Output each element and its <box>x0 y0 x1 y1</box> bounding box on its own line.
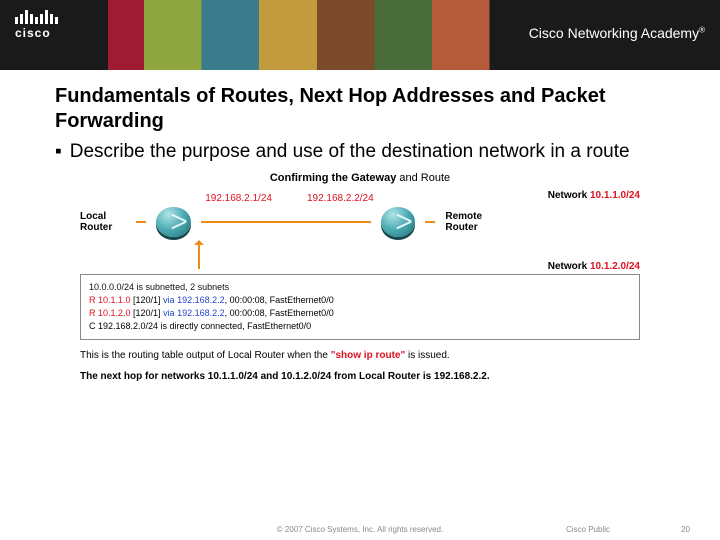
network-2: Network 10.1.2.0/24 <box>548 261 640 272</box>
topology-row: Local Router Remote Router <box>80 207 499 237</box>
bullet-row: ▪ Describe the purpose and use of the de… <box>55 140 665 164</box>
arrow-down <box>198 241 200 269</box>
slide-content: Fundamentals of Routes, Next Hop Address… <box>0 70 720 382</box>
bullet-icon: ▪ <box>55 140 62 164</box>
rt-line-3: R 10.1.2.0 [120/1] via 192.168.2.2, 00:0… <box>89 307 631 320</box>
diagram: Confirming the Gateway and Route 192.168… <box>80 172 640 382</box>
header-band: cisco Cisco Networking Academy® <box>0 0 720 70</box>
cap1a: This is the routing table output of Loca… <box>80 350 331 361</box>
rt2-net: R 10.1.1.0 <box>89 295 131 305</box>
interface-ip-row: 192.168.2.1/24 192.168.2.2/24 <box>80 193 499 204</box>
local-router-label: Local Router <box>80 211 126 233</box>
diagram-title-a: Confirming the Gateway <box>270 172 397 184</box>
routing-table-box: 10.0.0.0/24 is subnetted, 2 subnets R 10… <box>80 274 640 340</box>
page-number: 20 <box>681 525 690 534</box>
rt-line-4: C 192.168.2.0/24 is directly connected, … <box>89 320 631 333</box>
diagram-title-b: and Route <box>396 172 450 184</box>
diagram-title: Confirming the Gateway and Route <box>80 172 640 184</box>
cap1c: is issued. <box>405 350 449 361</box>
rt2-via: via 192.168.2.2 <box>163 295 225 305</box>
rt-line-1: 10.0.0.0/24 is subnetted, 2 subnets <box>89 281 631 294</box>
footer-copyright: © 2007 Cisco Systems, Inc. All rights re… <box>0 525 720 534</box>
remote-router-label: Remote Router <box>445 211 499 233</box>
net2-text: Network <box>548 261 590 272</box>
trademark-icon: ® <box>699 25 705 34</box>
net1-text: Network <box>548 190 590 201</box>
footer-label: Cisco Public <box>566 525 610 534</box>
caption-2: The next hop for networks 10.1.1.0/24 an… <box>80 371 640 382</box>
cap1b: "show ip route" <box>331 350 405 361</box>
router-icon <box>381 207 415 237</box>
rt2-rest: , 00:00:08, FastEthernet0/0 <box>225 295 334 305</box>
slide-title: Fundamentals of Routes, Next Hop Address… <box>55 84 665 134</box>
rt3-net: R 10.1.2.0 <box>89 308 131 318</box>
bullet-text: Describe the purpose and use of the dest… <box>70 140 630 164</box>
rt3-rest: , 00:00:08, FastEthernet0/0 <box>225 308 334 318</box>
caption-1: This is the routing table output of Loca… <box>80 350 640 361</box>
academy-text: Cisco Networking Academy <box>529 25 699 41</box>
rt-line-2: R 10.1.1.0 [120/1] via 192.168.2.2, 00:0… <box>89 294 631 307</box>
cisco-logo: cisco <box>15 10 58 40</box>
rt3-via: via 192.168.2.2 <box>163 308 225 318</box>
router-icon <box>156 207 190 237</box>
academy-label: Cisco Networking Academy® <box>529 25 705 41</box>
rt2-metric: [120/1] <box>131 295 164 305</box>
network-labels: Network 10.1.1.0/24 Network 10.1.2.0/24 <box>499 190 640 272</box>
footer: © 2007 Cisco Systems, Inc. All rights re… <box>0 525 720 534</box>
link-line <box>201 221 371 223</box>
rt3-metric: [120/1] <box>131 308 164 318</box>
net2-ip: 10.1.2.0/24 <box>590 261 640 272</box>
arrow-icon <box>198 241 200 269</box>
ip-left: 192.168.2.1/24 <box>205 193 272 204</box>
cisco-bars-icon <box>15 10 58 24</box>
net1-ip: 10.1.1.0/24 <box>590 190 640 201</box>
ip-right: 192.168.2.2/24 <box>307 193 374 204</box>
cisco-wordmark: cisco <box>15 26 58 40</box>
network-1: Network 10.1.1.0/24 <box>548 190 640 201</box>
